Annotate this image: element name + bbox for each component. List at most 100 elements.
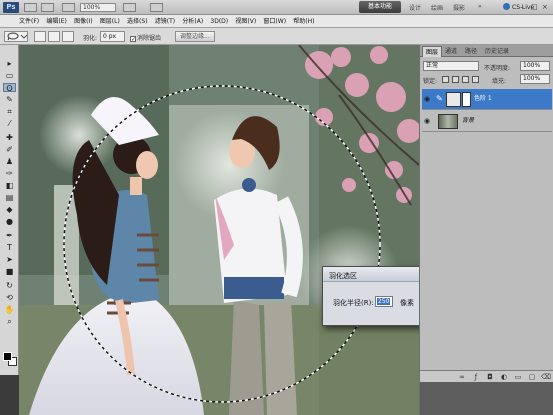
feather-radius-input[interactable]: 250 — [375, 296, 393, 307]
brush-tool-icon[interactable]: ✐ — [3, 145, 16, 154]
feather-label: 羽化: — [83, 35, 98, 42]
lock-position-icon[interactable] — [462, 76, 469, 83]
shape-tool-icon[interactable]: ■ — [3, 267, 16, 276]
arrange-documents-icon[interactable] — [123, 3, 136, 12]
marquee-tool-icon[interactable]: ▭ — [3, 71, 16, 80]
layers-panel: 图层 通道 路径 历史记录 正常 不透明度: 100% 锁定: 填充: 100%… — [419, 45, 553, 415]
close-window-button[interactable]: × — [542, 3, 549, 11]
application-bar: Ps 100% 基本功能 设计 绘画 摄影 » CS Live – □ × — [0, 0, 553, 15]
move-tool-icon[interactable]: ▸ — [3, 59, 16, 68]
panel-tabs: 图层 通道 路径 历史记录 — [420, 45, 553, 57]
feather-radius-label: 羽化半径(R): — [333, 299, 374, 307]
workspace-design[interactable]: 设计 — [409, 3, 421, 12]
menu-file[interactable]: 文件(F) — [19, 15, 39, 28]
bridge-icon[interactable] — [24, 3, 37, 12]
document-canvas[interactable]: 羽化选区 x 羽化半径(R): 250 像素 确定 取消 — [19, 45, 419, 415]
menu-edit[interactable]: 编辑(E) — [46, 15, 66, 28]
zoom-tool-icon[interactable]: ⌕ — [3, 317, 16, 326]
menu-help[interactable]: 帮助(H) — [293, 15, 314, 28]
layer-name: 色阶 1 — [474, 95, 492, 102]
workspace-painting[interactable]: 绘画 — [431, 3, 443, 12]
menu-3d[interactable]: 3D(D) — [210, 15, 228, 28]
new-adjustment-layer-icon[interactable]: ◐ — [500, 374, 508, 381]
tab-history[interactable]: 历史记录 — [482, 46, 512, 57]
menu-bar: 文件(F) 编辑(E) 图像(I) 图层(L) 选择(S) 滤镜(T) 分析(A… — [0, 15, 553, 28]
new-layer-icon[interactable]: ▢ — [528, 374, 536, 381]
type-tool-icon[interactable]: T — [3, 243, 16, 252]
menu-analysis[interactable]: 分析(A) — [182, 15, 203, 28]
menu-layer[interactable]: 图层(L) — [100, 15, 120, 28]
layers-panel-footer: ∞ ƒ ◘ ◐ ▭ ▢ ⌫ — [420, 370, 553, 382]
dodge-tool-icon[interactable]: ● — [3, 217, 16, 226]
wedding-photo — [19, 45, 419, 415]
path-selection-tool-icon[interactable]: ➤ — [3, 255, 16, 264]
screen-mode-icon[interactable] — [150, 3, 163, 12]
3d-rotate-tool-icon[interactable]: ↻ — [3, 281, 16, 290]
antialias-checkbox[interactable]: ✓消除锯齿 — [130, 33, 162, 43]
cs-live-icon — [503, 3, 510, 10]
menu-image[interactable]: 图像(I) — [74, 15, 92, 28]
dialog-titlebar[interactable]: 羽化选区 x — [323, 267, 419, 282]
blur-tool-icon[interactable]: ◆ — [3, 205, 16, 214]
fill-input[interactable]: 100% — [520, 74, 550, 84]
workspace-photography[interactable]: 摄影 — [453, 3, 465, 12]
menu-view[interactable]: 视图(V) — [235, 15, 256, 28]
toolbox: ▸ ▭ ʘ ✎ ⌗ ⁄ ✚ ✐ ♟ ✑ ◧ ▤ ◆ ● ✒ T ➤ ■ ↻ ⟲ … — [0, 45, 19, 375]
menu-select[interactable]: 选择(S) — [127, 15, 148, 28]
new-group-icon[interactable]: ▭ — [514, 374, 522, 381]
layer-style-icon[interactable]: ƒ — [472, 374, 480, 381]
eraser-tool-icon[interactable]: ◧ — [3, 181, 16, 190]
blend-mode-select[interactable]: 正常 — [423, 61, 479, 71]
3d-orbit-tool-icon[interactable]: ⟲ — [3, 293, 16, 302]
minimize-button[interactable]: – — [520, 3, 527, 11]
delete-layer-icon[interactable]: ⌫ — [541, 374, 551, 381]
workspace-essentials-button[interactable]: 基本功能 — [359, 1, 401, 13]
options-bar: 羽化: 0 px ✓消除锯齿 调整边缘... — [0, 28, 553, 45]
layer-row-levels[interactable]: ◉ ✎ 色阶 1 — [422, 89, 552, 110]
healing-brush-tool-icon[interactable]: ✚ — [3, 133, 16, 142]
visibility-eye-icon[interactable]: ◉ — [424, 95, 433, 103]
zoom-select[interactable]: 100% — [80, 3, 116, 12]
foreground-color-swatch[interactable] — [3, 352, 12, 361]
crop-tool-icon[interactable]: ⌗ — [3, 107, 16, 116]
lock-transparency-icon[interactable] — [442, 76, 449, 83]
visibility-eye-icon[interactable]: ◉ — [424, 117, 433, 125]
link-layers-icon[interactable]: ∞ — [458, 374, 466, 381]
new-selection-icon[interactable] — [34, 31, 46, 42]
lock-all-icon[interactable] — [472, 76, 479, 83]
minibridge-icon[interactable] — [41, 3, 54, 12]
pen-tool-icon[interactable]: ✒ — [3, 231, 16, 240]
hand-tool-icon[interactable]: ✋ — [3, 305, 16, 314]
tab-channels[interactable]: 通道 — [442, 46, 460, 57]
add-to-selection-icon[interactable] — [48, 31, 60, 42]
add-mask-icon[interactable]: ◘ — [486, 374, 494, 381]
lasso-tool-icon[interactable]: ʘ — [3, 83, 16, 93]
lock-pixels-icon[interactable] — [452, 76, 459, 83]
gradient-tool-icon[interactable]: ▤ — [3, 193, 16, 202]
layer-name: 背景 — [462, 117, 475, 124]
refine-edge-button[interactable]: 调整边缘... — [175, 31, 215, 42]
feather-radius-unit: 像素 — [400, 299, 414, 307]
subtract-from-selection-icon[interactable] — [62, 31, 74, 42]
antialias-label: 消除锯齿 — [137, 35, 162, 42]
tab-paths[interactable]: 路径 — [462, 46, 480, 57]
eyedropper-tool-icon[interactable]: ⁄ — [3, 119, 16, 128]
brush-indicator-icon: ✎ — [436, 94, 443, 103]
history-brush-tool-icon[interactable]: ✑ — [3, 169, 16, 178]
workspace-more[interactable]: » — [478, 3, 482, 10]
tab-layers[interactable]: 图层 — [422, 46, 443, 57]
extras-icon[interactable] — [62, 3, 75, 12]
antialias-check-icon: ✓ — [130, 36, 137, 43]
quick-selection-tool-icon[interactable]: ✎ — [3, 95, 16, 104]
lasso-tool-preset-picker[interactable] — [4, 31, 28, 42]
layer-row-background[interactable]: ◉ 背景 — [422, 111, 552, 132]
levels-adjustment-thumbnail — [446, 92, 461, 107]
menu-window[interactable]: 窗口(W) — [263, 15, 286, 28]
layer-mask-thumbnail[interactable] — [462, 92, 471, 107]
feather-input[interactable]: 0 px — [100, 31, 125, 42]
opacity-input[interactable]: 100% — [520, 61, 550, 71]
clone-stamp-tool-icon[interactable]: ♟ — [3, 157, 16, 166]
lasso-icon — [7, 32, 28, 41]
menu-filter[interactable]: 滤镜(T) — [155, 15, 175, 28]
maximize-button[interactable]: □ — [531, 3, 538, 11]
